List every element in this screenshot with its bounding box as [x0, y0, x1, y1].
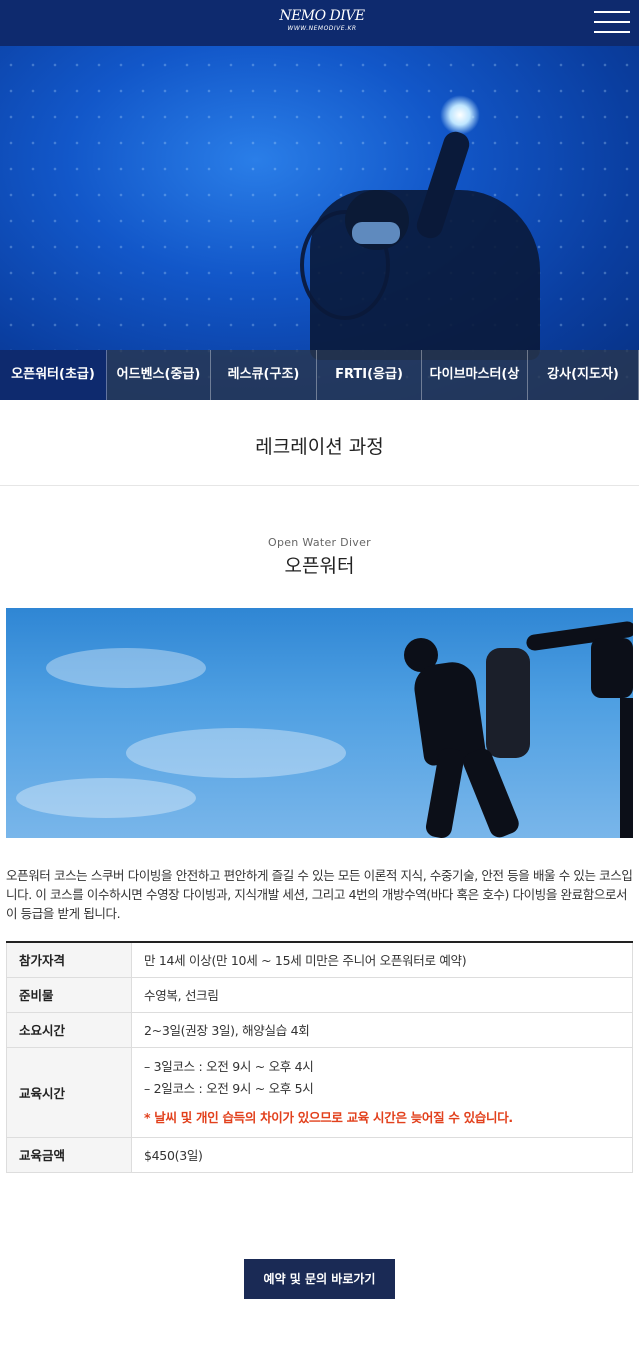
- table-row: 참가자격 만 14세 이상(만 10세 ~ 15세 미만은 주니어 오픈워터로 …: [6, 942, 633, 978]
- section-title: 레크레이션 과정: [255, 436, 384, 458]
- table-row: 교육시간 – 3일코스 : 오전 9시 ~ 오후 4시 – 2일코스 : 오전 …: [6, 1047, 633, 1138]
- row-value: 2~3일(권장 3일), 해양실습 4회: [131, 1012, 633, 1048]
- table-row: 소요시간 2~3일(권장 3일), 해양실습 4회: [6, 1012, 633, 1048]
- tab-instructor[interactable]: 강사(지도자): [528, 350, 639, 400]
- row-value: – 3일코스 : 오전 9시 ~ 오후 4시 – 2일코스 : 오전 9시 ~ …: [131, 1047, 633, 1138]
- row-label: 교육시간: [6, 1047, 132, 1138]
- diver-leg: [460, 745, 522, 838]
- dive-light: [440, 95, 480, 135]
- site-logo[interactable]: NEMO DIVE WWW.NEMODIVE.KR: [277, 8, 367, 40]
- tab-divemaster[interactable]: 다이브마스터(상: [422, 350, 528, 400]
- table-row: 교육금액 $450(3일): [6, 1137, 633, 1173]
- top-header: NEMO DIVE WWW.NEMODIVE.KR: [0, 0, 639, 46]
- helper-body: [591, 638, 633, 698]
- row-label: 소요시간: [6, 1012, 132, 1048]
- logo-text: NEMO DIVE: [279, 8, 365, 24]
- hamburger-menu-icon[interactable]: [594, 11, 630, 35]
- helper-leg: [620, 698, 633, 838]
- diver-tank: [486, 648, 530, 758]
- cloud: [16, 778, 196, 818]
- tab-rescue[interactable]: 레스큐(구조): [211, 350, 317, 400]
- diver-mask: [352, 222, 400, 244]
- course-subtitle: Open Water Diver: [267, 536, 371, 549]
- section-header: 레크레이션 과정: [0, 400, 639, 486]
- logo-subtext: WWW.NEMODIVE.KR: [287, 25, 357, 32]
- row-label: 참가자격: [6, 942, 132, 978]
- reservation-button[interactable]: 예약 및 문의 바로가기: [244, 1258, 395, 1299]
- tab-advanced[interactable]: 어드벤스(중급): [107, 350, 211, 400]
- row-value: 만 14세 이상(만 10세 ~ 15세 미만은 주니어 오픈워터로 예약): [131, 942, 633, 978]
- tab-open-water[interactable]: 오픈워터(초급): [0, 350, 107, 400]
- course-heading: Open Water Diver 오픈워터: [0, 486, 639, 578]
- course-tabs: 오픈워터(초급) 어드벤스(중급) 레스큐(구조) FRTI(응급) 다이브마스…: [0, 350, 639, 400]
- tab-frti[interactable]: FRTI(응급): [317, 350, 422, 400]
- hero-image: 오픈워터(초급) 어드벤스(중급) 레스큐(구조) FRTI(응급) 다이브마스…: [0, 0, 639, 400]
- row-label: 준비물: [6, 977, 132, 1013]
- course-description: 오픈워터 코스는 스쿠버 다이빙을 안전하고 편안하게 즐길 수 있는 모든 이…: [6, 868, 633, 921]
- schedule-line: – 3일코스 : 오전 9시 ~ 오후 4시: [144, 1059, 314, 1074]
- course-title: 오픈워터: [284, 555, 355, 577]
- row-label: 교육금액: [6, 1137, 132, 1173]
- course-image: [6, 608, 633, 838]
- cta-wrapper: 예약 및 문의 바로가기: [0, 1173, 639, 1346]
- row-value: 수영복, 선크림: [131, 977, 633, 1013]
- row-value: $450(3일): [131, 1137, 633, 1173]
- course-info-table: 참가자격 만 14세 이상(만 10세 ~ 15세 미만은 주니어 오픈워터로 …: [6, 941, 633, 1173]
- schedule-line: – 2일코스 : 오전 9시 ~ 오후 5시: [144, 1081, 314, 1096]
- schedule-note: * 날씨 및 개인 습득의 차이가 있으므로 교육 시간은 늦어질 수 있습니다…: [144, 1110, 513, 1125]
- cloud: [46, 648, 206, 688]
- table-row: 준비물 수영복, 선크림: [6, 977, 633, 1013]
- cloud: [126, 728, 346, 778]
